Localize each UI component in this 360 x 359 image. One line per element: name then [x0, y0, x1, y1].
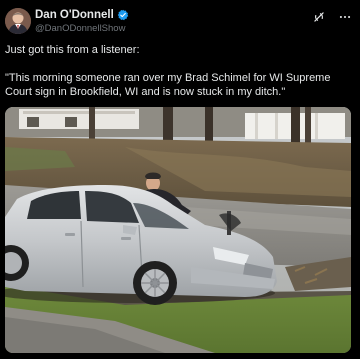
verified-badge-icon	[117, 9, 129, 21]
author-avatar[interactable]	[5, 8, 31, 34]
tweet-photo[interactable]	[5, 107, 351, 353]
author-name-row: Dan O'Donnell	[35, 9, 129, 21]
tweet-card: Dan O'Donnell @DanODonnellShow Just got …	[0, 0, 360, 359]
grok-icon[interactable]	[312, 10, 326, 24]
tweet-header: Dan O'Donnell @DanODonnellShow	[5, 8, 352, 36]
tweet-text: Just got this from a listener: "This mor…	[5, 43, 352, 99]
photo-car-in-ditch	[5, 107, 351, 353]
more-options-icon[interactable]	[338, 10, 352, 24]
author-handle[interactable]: @DanODonnellShow	[35, 23, 125, 34]
author-name[interactable]: Dan O'Donnell	[35, 9, 114, 21]
tweet-text-line-1: Just got this from a listener:	[5, 44, 140, 56]
tweet-actions	[312, 10, 352, 24]
tweet-text-quote: "This morning someone ran over my Brad S…	[5, 72, 331, 98]
